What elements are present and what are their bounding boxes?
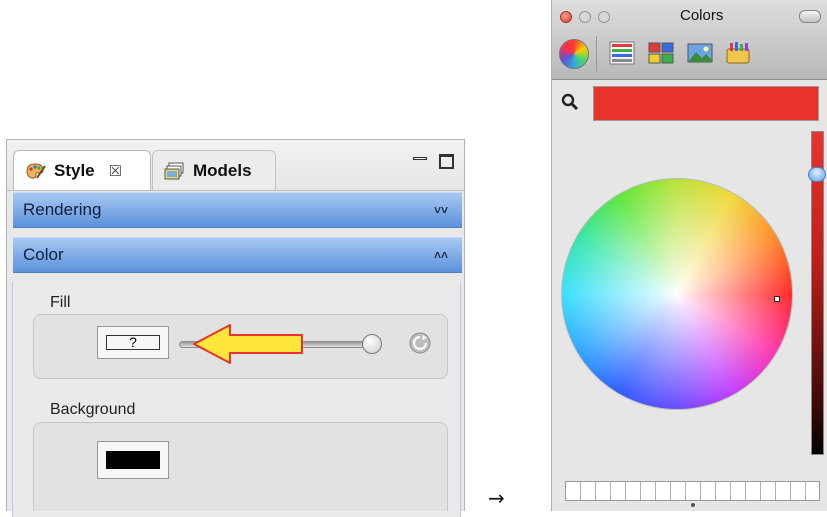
fill-swatch-value: ? [106,335,160,350]
section-color-header[interactable]: Color ˄˄ [13,237,462,273]
palette-icon [26,162,46,179]
minimize-button[interactable] [579,11,591,23]
colors-window: Colors [551,0,827,511]
section-rendering-header[interactable]: Rendering ˅˅ [13,192,462,228]
section-rendering-label: Rendering [23,200,102,219]
minimize-button[interactable] [413,154,427,168]
search-icon[interactable] [560,92,580,112]
color-wheel-icon[interactable] [559,39,589,69]
reset-icon[interactable] [408,331,432,355]
models-icon [164,162,184,179]
background-label: Background [50,401,136,418]
fill-color-swatch[interactable]: ? [97,326,169,359]
image-palettes-icon[interactable] [686,39,714,67]
tab-close-icon[interactable]: ☒ [109,162,122,180]
tab-style-label: Style [54,160,95,180]
toolbar-divider [596,36,597,72]
collapse-chevron-icon[interactable]: ˄˄ [434,248,448,262]
window-title: Colors [680,7,724,24]
section-color-label: Color [23,245,64,264]
zoom-button[interactable] [598,11,610,23]
background-swatch-fill [106,451,160,469]
tab-bar: Style ☒ Models [7,140,464,191]
tab-style[interactable]: Style ☒ [13,150,151,190]
expand-chevron-icon[interactable]: ˅˅ [434,203,448,217]
color-palettes-icon[interactable] [647,39,675,67]
swatch-strip-grip[interactable] [691,503,695,507]
brightness-slider-knob[interactable] [808,167,826,182]
colors-titlebar: Colors [552,0,827,80]
fill-label: Fill [50,294,71,311]
selected-color-bar[interactable] [593,86,819,121]
tab-models[interactable]: Models [152,150,276,190]
crayons-icon[interactable] [724,39,752,67]
opacity-slider-knob[interactable] [362,334,382,354]
background-group [33,422,448,511]
maximize-button[interactable] [439,154,454,169]
background-color-swatch[interactable] [97,441,169,479]
toolbar-toggle-button[interactable] [799,10,821,23]
tab-models-label: Models [193,160,252,180]
flow-arrow: → [488,486,505,510]
annotation-arrow-icon [193,324,303,364]
color-sliders-icon[interactable] [608,39,636,67]
color-wheel[interactable] [561,178,793,410]
color-wheel-marker[interactable] [774,296,780,302]
close-button[interactable] [560,11,572,23]
color-swatch-strip[interactable] [565,481,820,501]
